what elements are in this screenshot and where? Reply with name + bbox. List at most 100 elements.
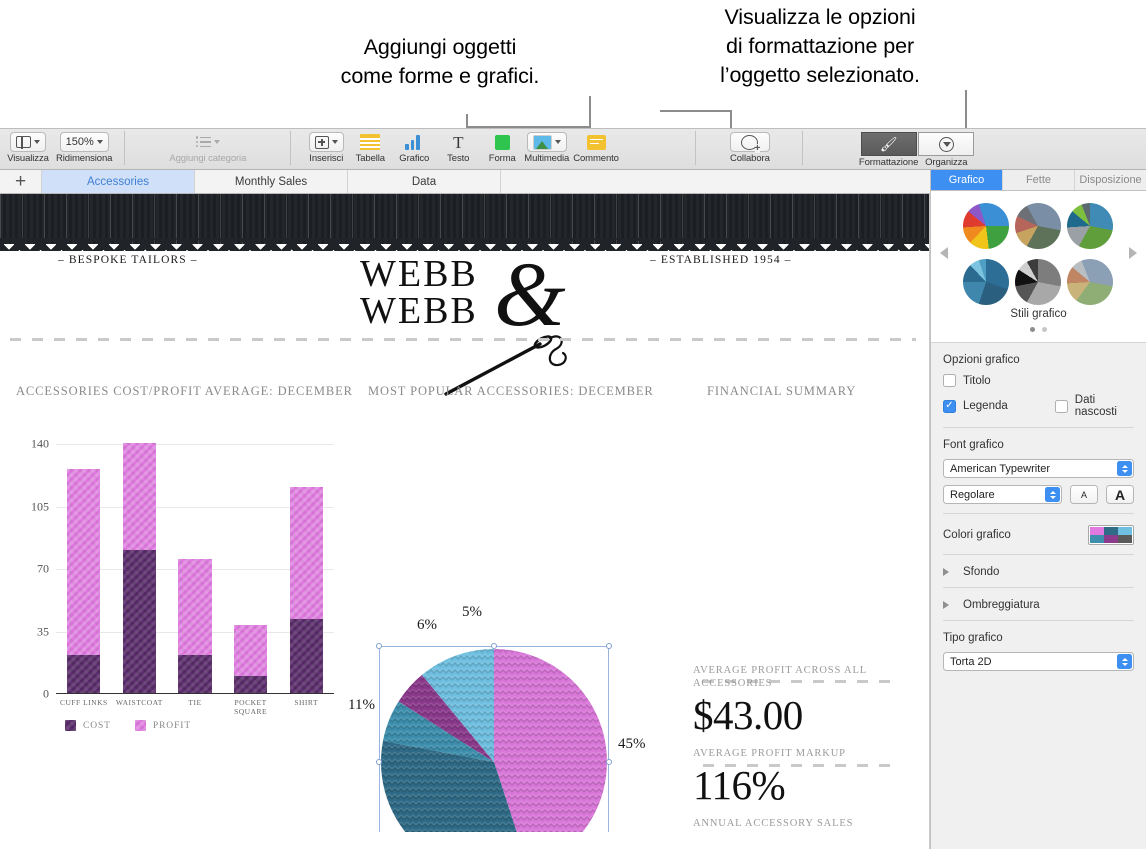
pinstripe-fabric-texture [0, 194, 929, 244]
sfondo-section[interactable]: Sfondo [931, 564, 1146, 578]
media-icon [532, 134, 552, 150]
toolbar-aggiungi-categoria[interactable]: Aggiungi categoria [169, 129, 246, 164]
tipo-grafico-select[interactable]: Torta 2D [943, 652, 1134, 671]
toolbar-visualizza[interactable]: Visualizza [6, 129, 50, 164]
organizza-toggle[interactable] [918, 132, 975, 156]
titolo-checkbox[interactable] [943, 374, 956, 387]
tipo-grafico-stepper-icon[interactable] [1117, 654, 1132, 669]
inserisci-button[interactable] [308, 132, 344, 152]
bar-segment-cost [178, 655, 212, 693]
dati-nascosti-checkbox[interactable] [1054, 399, 1068, 413]
inspector-tab-fette[interactable]: Fette [1003, 170, 1075, 190]
pagination-dot-2[interactable] [1042, 327, 1047, 332]
tabella-button[interactable] [360, 132, 381, 152]
inspector-tab-disposizione[interactable]: Disposizione [1075, 170, 1146, 190]
callout-right-leader-vertical [965, 90, 967, 128]
resize-handle-nw[interactable] [376, 643, 382, 649]
toolbar-inserisci[interactable]: Inserisci [304, 129, 348, 164]
multimedia-button[interactable] [526, 132, 567, 152]
font-size-decrease-button[interactable]: A [1070, 485, 1098, 504]
pagination-dot-1[interactable] [1030, 327, 1035, 332]
chart-style-option-6[interactable] [1067, 259, 1113, 305]
ombreggiatura-section[interactable]: Ombreggiatura [931, 597, 1146, 611]
resize-handle-e[interactable] [606, 759, 612, 765]
sheet-tab-accessories[interactable]: Accessories [42, 170, 195, 193]
chart-style-option-5[interactable] [1015, 259, 1061, 305]
pinstripe-banner [0, 194, 929, 251]
bar-chart-title: ACCESSORIES COST/PROFIT AVERAGE: DECEMBE… [16, 384, 353, 398]
toolbar-organizza[interactable]: Organizza [918, 129, 975, 168]
tipo-grafico-value: Torta 2D [950, 655, 992, 668]
bar-chart-column[interactable] [112, 442, 168, 693]
sheet-tab-monthly-sales[interactable]: Monthly Sales [195, 170, 348, 193]
ombreggiatura-row[interactable]: Ombreggiatura [943, 599, 1134, 611]
bar-chart[interactable]: 140 105 70 35 0 CUFF LINKS WAISTCOAT TIE… [10, 437, 340, 734]
legend-label-cost: COST [83, 720, 111, 731]
toolbar-collabora[interactable]: Collabora [728, 129, 772, 164]
sheet-tab-data[interactable]: Data [348, 170, 501, 193]
forma-button[interactable] [494, 132, 510, 152]
toolbar-group-inspector: 🖌 Formattazione Organizza [859, 129, 975, 171]
callout-right-line3: l’oggetto selezionato. [720, 63, 920, 87]
chart-style-option-3[interactable] [1067, 203, 1113, 249]
bar-chart-column[interactable] [278, 487, 334, 693]
ridimensiona-button[interactable]: 150% [59, 132, 109, 152]
chevron-right-icon[interactable] [943, 601, 949, 609]
inspector-divider [943, 554, 1134, 555]
toolbar-multimedia[interactable]: Multimedia [524, 129, 569, 164]
bar-chart-column[interactable] [167, 558, 223, 693]
resize-handle-n[interactable] [491, 643, 497, 649]
callout-right-line1: Visualizza le opzioni [724, 5, 916, 29]
add-sheet-button[interactable]: + [0, 170, 42, 193]
chart-style-option-4[interactable] [963, 259, 1009, 305]
toolbar-separator [694, 131, 696, 165]
toolbar-formattazione[interactable]: 🖌 Formattazione [859, 129, 918, 168]
financial-label-1: AVERAGE PROFIT MARKUP [693, 748, 846, 759]
aggiungi-categoria-button[interactable] [195, 132, 220, 152]
resize-handle-ne[interactable] [606, 643, 612, 649]
commento-button[interactable] [586, 132, 606, 152]
chart-colors-section: Colori grafico [931, 523, 1146, 545]
styles-prev-arrow-icon[interactable] [940, 247, 948, 259]
forma-label: Forma [488, 153, 516, 164]
main-toolbar: Visualizza 150% Ridimensiona Aggiungi ca… [0, 128, 1146, 170]
toolbar-commento[interactable]: Commento [573, 129, 619, 164]
font-style-stepper-icon[interactable] [1045, 487, 1060, 502]
callout-right-leader-horizontal [660, 110, 732, 112]
collabora-button[interactable] [729, 132, 770, 153]
visualizza-button[interactable] [10, 132, 46, 152]
multimedia-label: Multimedia [524, 153, 570, 164]
legenda-checkbox[interactable] [943, 399, 956, 413]
toolbar-grafico[interactable]: Grafico [392, 129, 436, 164]
styles-next-arrow-icon[interactable] [1129, 247, 1137, 259]
legenda-label: Legenda [963, 400, 1008, 412]
document-canvas[interactable]: – BESPOKE TAILORS – – ESTABLISHED 1954 –… [0, 194, 930, 832]
font-family-stepper-icon[interactable] [1117, 461, 1132, 476]
font-style-select[interactable]: Regolare [943, 485, 1062, 504]
bar-chart-x-axis [56, 692, 334, 694]
pie-chart[interactable]: 45% 33% 6% 5% 11% [348, 604, 646, 832]
bar-chart-legend: COST PROFIT [65, 720, 191, 731]
chart-style-option-1[interactable] [963, 203, 1009, 249]
tipo-grafico-section: Tipo grafico Torta 2D [931, 630, 1146, 671]
toolbar-testo[interactable]: T Testo [436, 129, 480, 165]
sfondo-row[interactable]: Sfondo [943, 566, 1134, 578]
toolbar-group-collab: Collabora [728, 129, 772, 171]
formattazione-toggle[interactable]: 🖌 [860, 132, 917, 156]
font-size-increase-button[interactable]: A [1106, 485, 1134, 504]
chart-style-option-2[interactable] [1015, 203, 1061, 249]
chevron-right-icon[interactable] [943, 568, 949, 576]
font-family-select[interactable]: American Typewriter [943, 459, 1134, 478]
resize-handle-w[interactable] [376, 759, 382, 765]
testo-button[interactable]: T [453, 132, 463, 152]
bar-chart-column[interactable] [223, 624, 279, 693]
bar-chart-column[interactable] [56, 469, 112, 693]
toolbar-tabella[interactable]: Tabella [348, 129, 392, 164]
grafico-button[interactable] [405, 132, 423, 152]
inserisci-label: Inserisci [309, 153, 344, 164]
bar-segment-profit [178, 558, 212, 655]
inspector-tab-grafico[interactable]: Grafico [931, 170, 1003, 190]
chart-colors-swatch[interactable] [1088, 525, 1134, 545]
toolbar-ridimensiona[interactable]: 150% Ridimensiona [56, 129, 112, 164]
toolbar-forma[interactable]: Forma [480, 129, 524, 164]
